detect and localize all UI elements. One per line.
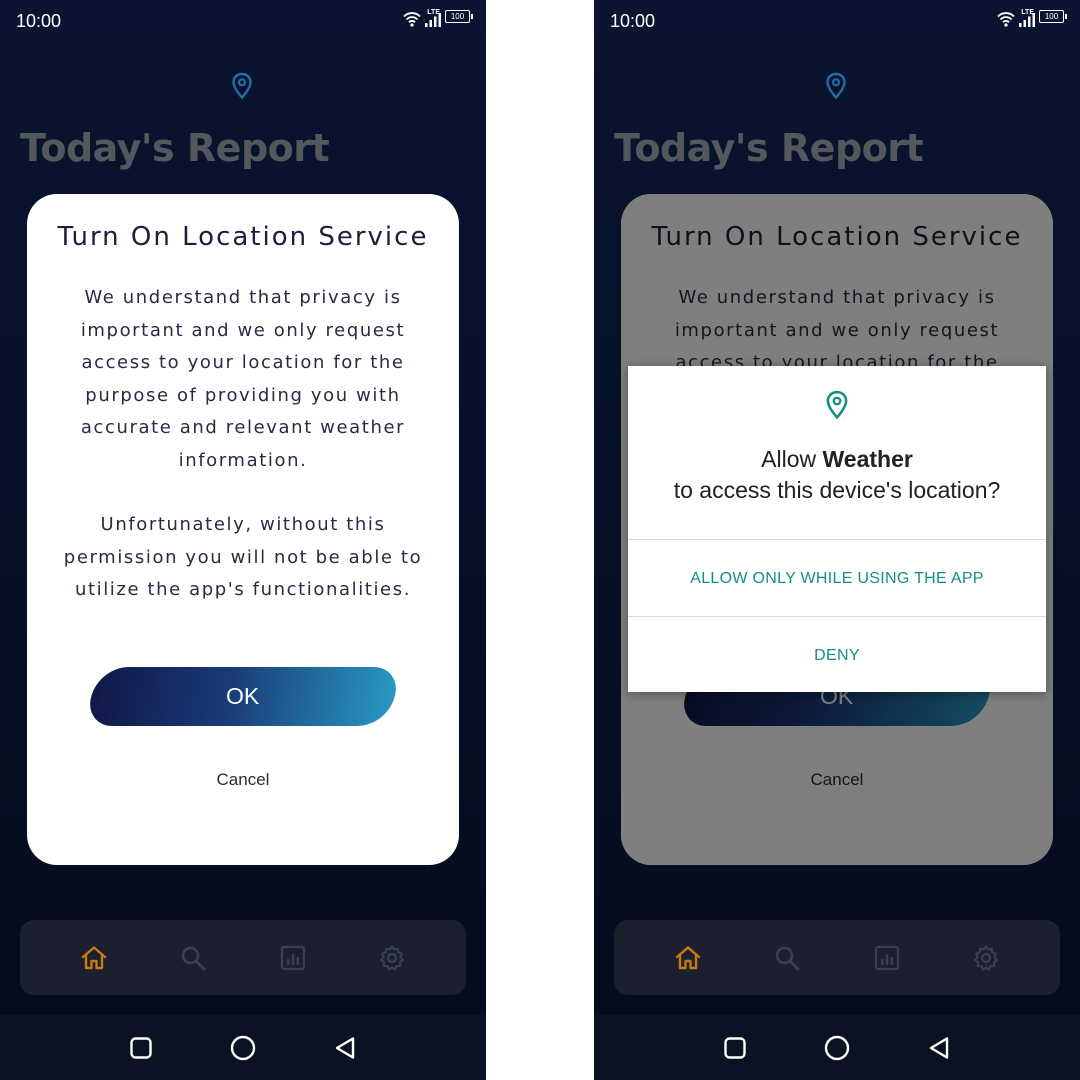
- page-title: Today's Report: [20, 126, 330, 170]
- bottom-navigation: [614, 920, 1060, 995]
- page-title: Today's Report: [614, 126, 924, 170]
- permission-question-prefix: Allow: [761, 446, 823, 472]
- nav-search: [767, 938, 807, 978]
- allow-while-using-button[interactable]: ALLOW ONLY WHILE USING THE APP: [628, 570, 1046, 588]
- status-time: 10:00: [610, 11, 656, 31]
- location-permission-dialog: Allow Weather to access this device's lo…: [628, 366, 1046, 692]
- status-bar: 10:00 LTE 100: [0, 0, 486, 44]
- status-icons: 100: [997, 10, 1067, 27]
- home-circle-icon: [230, 1035, 256, 1060]
- dialog-title: Turn On Location Service: [57, 222, 429, 252]
- ok-button-label: OK: [226, 683, 260, 709]
- deny-button[interactable]: DENY: [628, 647, 1046, 665]
- home-button[interactable]: [822, 1033, 852, 1063]
- status-icons: 100: [403, 10, 473, 27]
- permission-question: Allow Weather to access this device's lo…: [628, 444, 1046, 506]
- nav-home: [668, 938, 708, 978]
- nav-settings: [966, 938, 1006, 978]
- cancel-button[interactable]: Cancel: [27, 770, 459, 790]
- screenshot-stage: 10:00 LTE 100 Today's Report Turn On Loc…: [0, 0, 1080, 1080]
- bottom-navigation: [20, 920, 466, 995]
- gear-icon: [974, 945, 999, 971]
- nav-search[interactable]: [173, 938, 213, 978]
- system-navigation-bar: [594, 1015, 1080, 1080]
- home-circle-icon: [824, 1035, 850, 1060]
- ok-button[interactable]: OK: [86, 667, 400, 726]
- home-icon: [81, 945, 106, 969]
- status-bar: 10:00 LTE 100: [594, 0, 1080, 44]
- wifi-icon: [997, 11, 1015, 27]
- wifi-icon: [403, 11, 421, 27]
- battery-icon: 100: [445, 10, 473, 23]
- status-time: 10:00: [16, 11, 62, 31]
- chart-icon: [280, 945, 305, 970]
- signal-icon: [425, 13, 441, 27]
- dialog-message: We understand that privacy is important …: [63, 282, 423, 607]
- back-button[interactable]: [330, 1033, 360, 1063]
- phone-screen-location-rationale: 10:00 LTE 100 Today's Report Turn On Loc…: [0, 0, 486, 1080]
- recents-icon: [130, 1036, 152, 1059]
- map-pin-icon: [231, 72, 253, 104]
- divider: [628, 539, 1046, 540]
- phone-screen-permission-prompt: 10:00 LTE 100 Today's Report Turn On Loc…: [594, 0, 1080, 1080]
- back-icon: [929, 1036, 949, 1059]
- back-icon: [335, 1036, 355, 1059]
- recents-button[interactable]: [126, 1033, 156, 1063]
- gear-icon: [380, 945, 405, 971]
- permission-app-name: Weather: [822, 446, 913, 472]
- map-pin-icon: [825, 390, 849, 424]
- recents-button[interactable]: [720, 1033, 750, 1063]
- search-icon: [181, 946, 206, 970]
- signal-icon: [1019, 13, 1035, 27]
- home-button[interactable]: [228, 1033, 258, 1063]
- nav-stats[interactable]: [273, 938, 313, 978]
- back-button[interactable]: [924, 1033, 954, 1063]
- nav-stats: [867, 938, 907, 978]
- search-icon: [775, 946, 800, 970]
- recents-icon: [724, 1036, 746, 1059]
- dialog-paragraph-privacy: We understand that privacy is important …: [80, 287, 406, 471]
- nav-settings[interactable]: [372, 938, 412, 978]
- nav-home[interactable]: [74, 938, 114, 978]
- system-navigation-bar: [0, 1015, 486, 1080]
- location-service-dialog: Turn On Location Service We understand t…: [27, 194, 459, 865]
- divider: [628, 616, 1046, 617]
- home-icon: [675, 945, 700, 969]
- dialog-paragraph-warning: Unfortunately, without this permission y…: [63, 514, 423, 600]
- map-pin-icon: [825, 72, 847, 104]
- battery-icon: 100: [1039, 10, 1067, 23]
- permission-question-suffix: to access this device's location?: [673, 477, 1001, 503]
- chart-icon: [874, 945, 899, 970]
